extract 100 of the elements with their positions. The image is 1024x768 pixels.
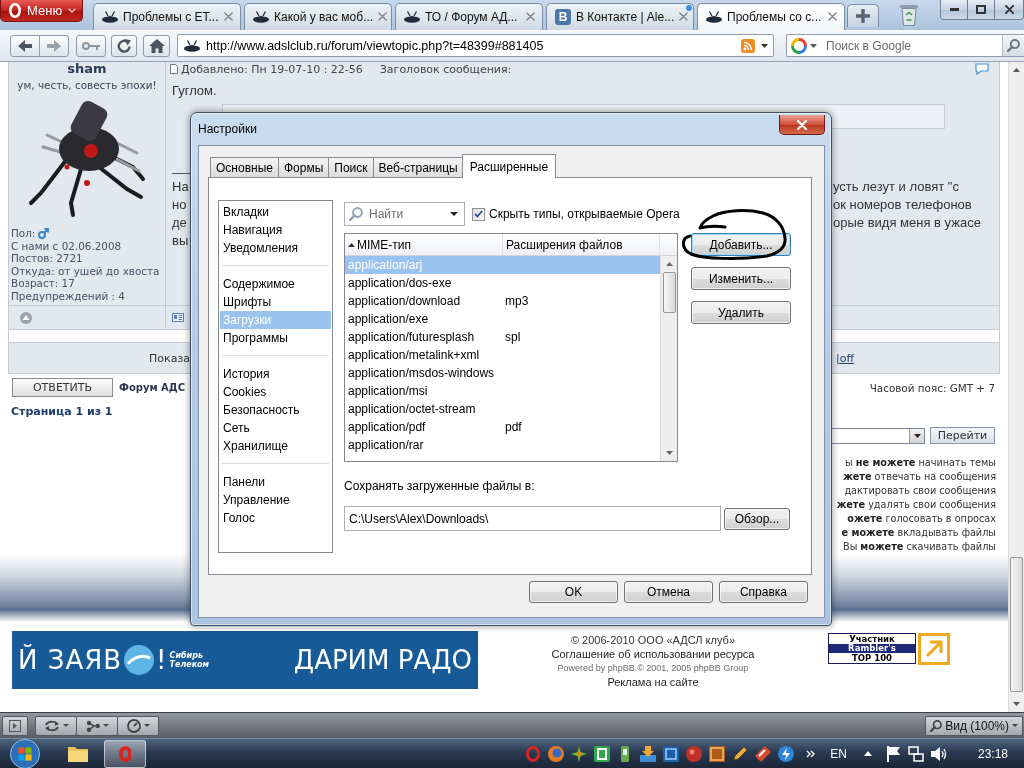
- scroll-up-icon[interactable]: [665, 262, 673, 266]
- key-button[interactable]: [76, 34, 106, 57]
- browser-tab[interactable]: Какой у вас моб...: [244, 3, 392, 30]
- lightning-icon[interactable]: [778, 745, 795, 762]
- scroll-thumb[interactable]: [662, 272, 676, 313]
- maximize-button[interactable]: [967, 0, 995, 20]
- starburst-icon[interactable]: [571, 745, 588, 762]
- checkbox[interactable]: [472, 207, 485, 221]
- browser-tab[interactable]: ТО / Форум АД...: [395, 3, 543, 30]
- box-icon[interactable]: [709, 745, 726, 762]
- start-orb-icon[interactable]: [10, 739, 40, 768]
- scroll-up-icon[interactable]: [1013, 68, 1020, 72]
- square-tile-icon[interactable]: [663, 745, 680, 762]
- url-field[interactable]: http://www.adslclub.ru/forum/viewtopic.php?t=48399#881405: [206, 38, 735, 53]
- scroll-down-icon[interactable]: [1013, 702, 1020, 706]
- forum-select[interactable]: [830, 427, 925, 444]
- browser-tab[interactable]: Проблемы с ЕТ...: [93, 3, 241, 30]
- category-item[interactable]: Cookies: [220, 383, 331, 401]
- flag-icon[interactable]: [886, 745, 901, 762]
- search-field[interactable]: Поиск в Google: [826, 38, 999, 53]
- table-row[interactable]: application/octet-stream: [345, 400, 660, 418]
- category-item[interactable]: Вкладки: [220, 203, 331, 221]
- category-item[interactable]: Уведомления: [220, 239, 331, 257]
- table-row[interactable]: application/exe: [345, 310, 660, 328]
- sync-button[interactable]: [35, 715, 77, 736]
- network-button[interactable]: [76, 715, 118, 736]
- table-row[interactable]: application/msdos-windows: [345, 364, 660, 382]
- speed-button[interactable]: [117, 715, 159, 736]
- panel-toggle-button[interactable]: [2, 715, 28, 736]
- footer-link[interactable]: Реклама на сайте: [607, 675, 699, 689]
- menu-button[interactable]: Меню: [0, 0, 83, 22]
- zoom-button[interactable]: Вид (100%): [925, 715, 1023, 736]
- close-icon[interactable]: [679, 12, 689, 21]
- close-icon[interactable]: [378, 12, 388, 21]
- search-bar[interactable]: Поиск в Google: [786, 34, 1024, 57]
- close-icon[interactable]: [224, 12, 233, 21]
- filter-box[interactable]: Найти: [344, 202, 465, 226]
- table-row[interactable]: application/futuresplash spl: [345, 328, 660, 346]
- scroll-down-icon[interactable]: [665, 451, 673, 455]
- reply-button[interactable]: ОТВЕТИТЬ: [12, 378, 113, 397]
- column-header[interactable]: Расширения файлов: [503, 234, 660, 255]
- close-window-button[interactable]: [994, 0, 1024, 20]
- category-item[interactable]: Навигация: [220, 221, 331, 239]
- close-icon[interactable]: [828, 12, 837, 21]
- footer-link[interactable]: Соглашение об использовании ресурса: [551, 647, 755, 661]
- close-icon[interactable]: [526, 12, 535, 21]
- settings-tab[interactable]: Основные: [210, 157, 279, 178]
- table-row[interactable]: application/msi: [345, 382, 660, 400]
- action-button[interactable]: Добавить...: [691, 233, 791, 256]
- dropdown-caret-icon[interactable]: [450, 212, 458, 216]
- dialog-button[interactable]: Справка: [719, 581, 808, 603]
- home-button[interactable]: [143, 34, 170, 57]
- minimize-button[interactable]: [940, 0, 968, 20]
- taskbar-app-button[interactable]: [104, 739, 146, 768]
- browser-tab[interactable]: Проблемы со с...: [697, 3, 845, 30]
- clock[interactable]: 23:18: [977, 746, 1008, 761]
- ring-icon[interactable]: [525, 745, 542, 762]
- author-name[interactable]: sham: [67, 62, 107, 75]
- dialog-button[interactable]: OK: [529, 581, 618, 603]
- show-hidden-icons-icon[interactable]: [863, 751, 872, 756]
- ball-icon[interactable]: [686, 745, 703, 762]
- go-button[interactable]: Перейти: [930, 427, 995, 444]
- column-header[interactable]: MIME-тип: [345, 234, 503, 255]
- category-item[interactable]: Шрифты: [220, 293, 331, 311]
- settings-tab[interactable]: Поиск: [328, 157, 374, 178]
- trash-icon[interactable]: [900, 4, 918, 26]
- table-row[interactable]: application/pdf pdf: [345, 418, 660, 436]
- browser-tab[interactable]: В В Контакте | Ale...: [546, 3, 694, 30]
- category-item[interactable]: Голос: [220, 509, 331, 527]
- search-engine-icon[interactable]: [791, 37, 807, 54]
- address-bar[interactable]: http://www.adslclub.ru/forum/viewtopic.php?t=48399#881405: [177, 34, 774, 57]
- browse-button[interactable]: Обзор...: [724, 508, 790, 530]
- table-row[interactable]: application/download mp3: [345, 292, 660, 310]
- new-tab-button[interactable]: [847, 4, 879, 27]
- download-path-field[interactable]: C:\Users\Alex\Downloads\: [344, 506, 721, 531]
- volume-icon[interactable]: [930, 746, 947, 761]
- dialog-button[interactable]: Отмена: [624, 581, 713, 603]
- dropdown-caret-icon[interactable]: [761, 43, 768, 48]
- dropdown-caret-icon[interactable]: [810, 43, 817, 48]
- tile-icon[interactable]: [594, 745, 611, 762]
- network-icon[interactable]: [907, 745, 924, 762]
- speech-bubble-icon[interactable]: [975, 63, 989, 75]
- download-icon[interactable]: [640, 745, 657, 762]
- category-item[interactable]: Управление: [220, 491, 331, 509]
- language-indicator[interactable]: EN: [830, 746, 847, 761]
- category-item[interactable]: История: [220, 365, 331, 383]
- toggle-link[interactable]: |off: [836, 351, 854, 365]
- category-item[interactable]: Содержимое: [220, 275, 331, 293]
- action-button[interactable]: Удалить: [691, 301, 791, 324]
- category-item[interactable]: Хранилище: [220, 437, 331, 455]
- category-item[interactable]: Безопасность: [220, 401, 331, 419]
- search-button[interactable]: [1002, 35, 1024, 56]
- table-row[interactable]: application/dos-exe: [345, 274, 660, 292]
- globe-icon[interactable]: [548, 745, 565, 762]
- breadcrumb-link[interactable]: Форум АДС: [119, 382, 186, 393]
- category-item[interactable]: Панели: [220, 473, 331, 491]
- reload-button[interactable]: [111, 34, 137, 57]
- pencil-icon[interactable]: [732, 745, 749, 762]
- chevrons-icon[interactable]: [806, 749, 816, 758]
- tool-icon[interactable]: [755, 745, 772, 762]
